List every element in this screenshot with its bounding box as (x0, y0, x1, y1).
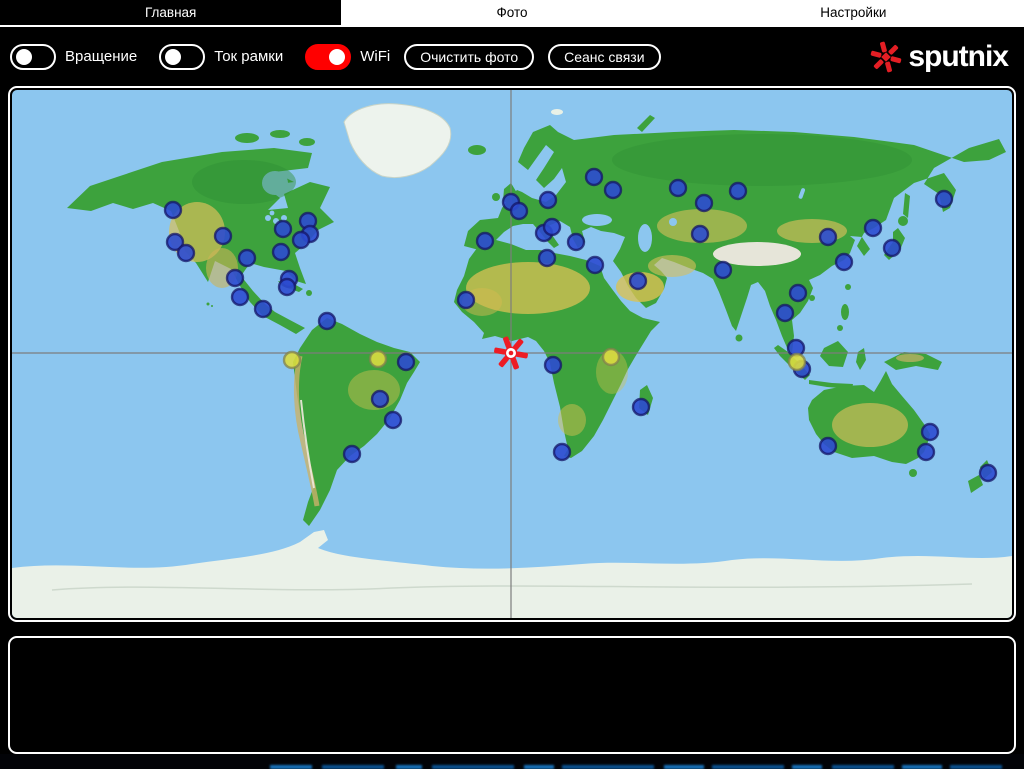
ground-station-blue (475, 231, 495, 251)
ground-station-blue (584, 167, 604, 187)
ground-station-yellow (601, 347, 621, 367)
ground-station-blue (628, 271, 648, 291)
ground-station-blue (818, 436, 838, 456)
logo-text: sputnix (908, 39, 1009, 73)
sputnix-star-icon (871, 41, 902, 72)
toggle-knob (16, 48, 32, 65)
ground-station-blue (225, 268, 245, 288)
ground-station-blue (690, 224, 710, 244)
ground-station-blue (566, 232, 586, 252)
wifi-toggle[interactable] (305, 43, 352, 70)
ground-station-blue (342, 444, 362, 464)
ground-station-blue (713, 260, 733, 280)
bottom-artifact-strip (0, 754, 1024, 769)
ground-station-blue (668, 178, 688, 198)
tab-main[interactable]: Главная (0, 0, 342, 25)
ground-station-blue (920, 422, 940, 442)
ground-station-yellow (282, 350, 302, 370)
ground-station-blue (934, 189, 954, 209)
ground-station-blue (253, 299, 273, 319)
toolbar: Вращение Ток рамки WiFi Очистить фото Се… (0, 27, 1024, 86)
toggle-knob (165, 48, 182, 65)
ground-station-blue (978, 463, 998, 483)
toggle-knob (329, 48, 346, 65)
ground-station-blue (585, 255, 605, 275)
ground-station-blue (542, 217, 562, 237)
ground-station-yellow (787, 352, 807, 372)
ground-station-blue (509, 201, 529, 221)
tab-photo[interactable]: Фото (341, 0, 683, 25)
ground-station-blue (291, 230, 311, 250)
ground-station-blue (383, 410, 403, 430)
comm-session-button[interactable]: Сеанс связи (548, 43, 661, 70)
ground-station-blue (631, 397, 651, 417)
ground-station-blue (882, 238, 902, 258)
ground-station-blue (603, 180, 623, 200)
ground-station-blue (456, 290, 476, 310)
ground-station-blue (728, 181, 748, 201)
rotation-toggle[interactable] (10, 43, 56, 70)
ground-station-blue (273, 219, 293, 239)
ground-station-blue (317, 311, 337, 331)
ground-station-blue (237, 248, 257, 268)
ground-station-blue (863, 218, 883, 238)
sputnix-logo: sputnix (868, 39, 1014, 75)
ground-station-blue (543, 355, 563, 375)
telemetry-console-panel (8, 636, 1016, 754)
rotation-toggle-label: Вращение (65, 48, 138, 65)
clear-photo-button[interactable]: Очистить фото (404, 43, 535, 70)
world-map-frame (8, 86, 1016, 622)
wifi-toggle-label: WiFi (360, 48, 391, 65)
world-map (12, 90, 1012, 618)
ground-station-blue (788, 283, 808, 303)
ground-station-blue (176, 243, 196, 263)
ground-station-blue (537, 248, 557, 268)
ground-station-blue (552, 442, 572, 462)
app-window: Главная Фото Настройки Вращение Ток рамк… (0, 0, 1024, 769)
tab-settings[interactable]: Настройки (682, 0, 1024, 25)
tab-bar: Главная Фото Настройки (0, 0, 1024, 25)
ground-station-blue (230, 287, 250, 307)
ground-station-blue (271, 242, 291, 262)
ground-station-blue (694, 193, 714, 213)
ground-station-blue (818, 227, 838, 247)
ground-station-blue (213, 226, 233, 246)
ground-station-blue (277, 277, 297, 297)
frame-current-toggle-label: Ток рамки (214, 48, 284, 65)
ground-station-blue (916, 442, 936, 462)
ground-station-yellow (368, 349, 388, 369)
ground-station-blue (538, 190, 558, 210)
ground-station-blue (834, 252, 854, 272)
ground-station-blue (396, 352, 416, 372)
ground-station-blue (163, 200, 183, 220)
ground-station-blue (775, 303, 795, 323)
frame-current-toggle[interactable] (159, 43, 206, 70)
ground-station-blue (370, 389, 390, 409)
